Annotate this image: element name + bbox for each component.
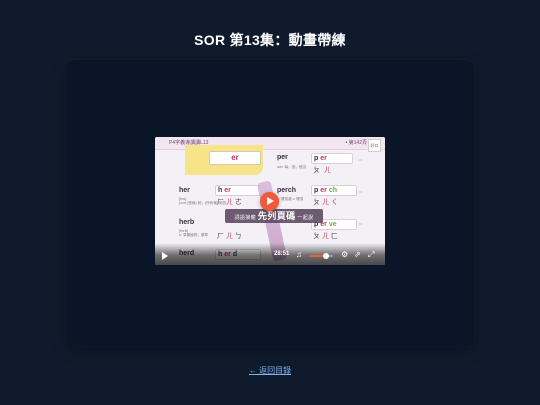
video-controls: 28:51 ♫ ⚙ ⇗ ⤢ <box>155 243 385 265</box>
slide-page-number: • 第142頁 <box>345 140 367 146</box>
page-title: SOR 第13集：動畫帶練 <box>194 32 346 48</box>
slide-dots: ••• <box>358 189 363 194</box>
zhuyin: ㄆ ㄦ ㄈ <box>313 233 338 240</box>
row-definition: n. 草藥植物；藥草 <box>179 233 209 237</box>
volume-slider[interactable] <box>309 255 333 257</box>
highlight-pattern-box: er <box>209 151 261 165</box>
big-play-button[interactable] <box>260 192 279 211</box>
slide-dots: ••• <box>358 157 363 162</box>
volume-knob[interactable] <box>322 253 329 259</box>
zhuyin: ㄆ ㄦ <box>313 167 331 174</box>
row-parts-box: p er <box>311 153 353 164</box>
slide-dots: ••• <box>358 221 363 226</box>
settings-icon[interactable]: ⚙ <box>341 250 348 259</box>
external-link-icon[interactable]: ⇗ <box>354 250 361 259</box>
row-word: per <box>277 154 288 161</box>
back-to-contents-link[interactable]: ← 返回目錄 <box>0 365 540 376</box>
part: h <box>218 187 223 194</box>
zhuyin: ㄆ ㄦ ㄑ <box>313 199 338 206</box>
row-definition: adv. 每；按；經由 <box>277 165 307 169</box>
slide-logo: 好口 <box>368 139 381 152</box>
row-parts-box: p er ch <box>311 185 357 196</box>
zhuyin: ㄏ ㄦ ㄜ <box>217 199 242 206</box>
row-word: herb <box>179 219 195 226</box>
row-parts-box: h er <box>215 185 261 196</box>
current-time: 28:51 <box>274 251 290 257</box>
part: er <box>320 155 327 162</box>
row-word: her <box>179 187 190 194</box>
video-player[interactable]: P4字義導讀讀L13 • 第142頁 好口 er per p er ㄆ ㄦ ad… <box>155 137 385 265</box>
part: p <box>314 155 319 162</box>
fullscreen-icon[interactable]: ⤢ <box>368 250 374 259</box>
volume-icon[interactable]: ♫ <box>296 250 302 259</box>
zhuyin: ㄏ ㄦ ㄅ <box>217 233 242 240</box>
activity-sticker: 詞語接龍 先列頁碼 一起說 <box>225 209 323 223</box>
row-word: perch <box>277 187 297 194</box>
row-definition: n. 棲息處 v. 棲息 <box>277 197 304 201</box>
part: er <box>224 187 231 194</box>
play-icon[interactable] <box>162 252 168 260</box>
